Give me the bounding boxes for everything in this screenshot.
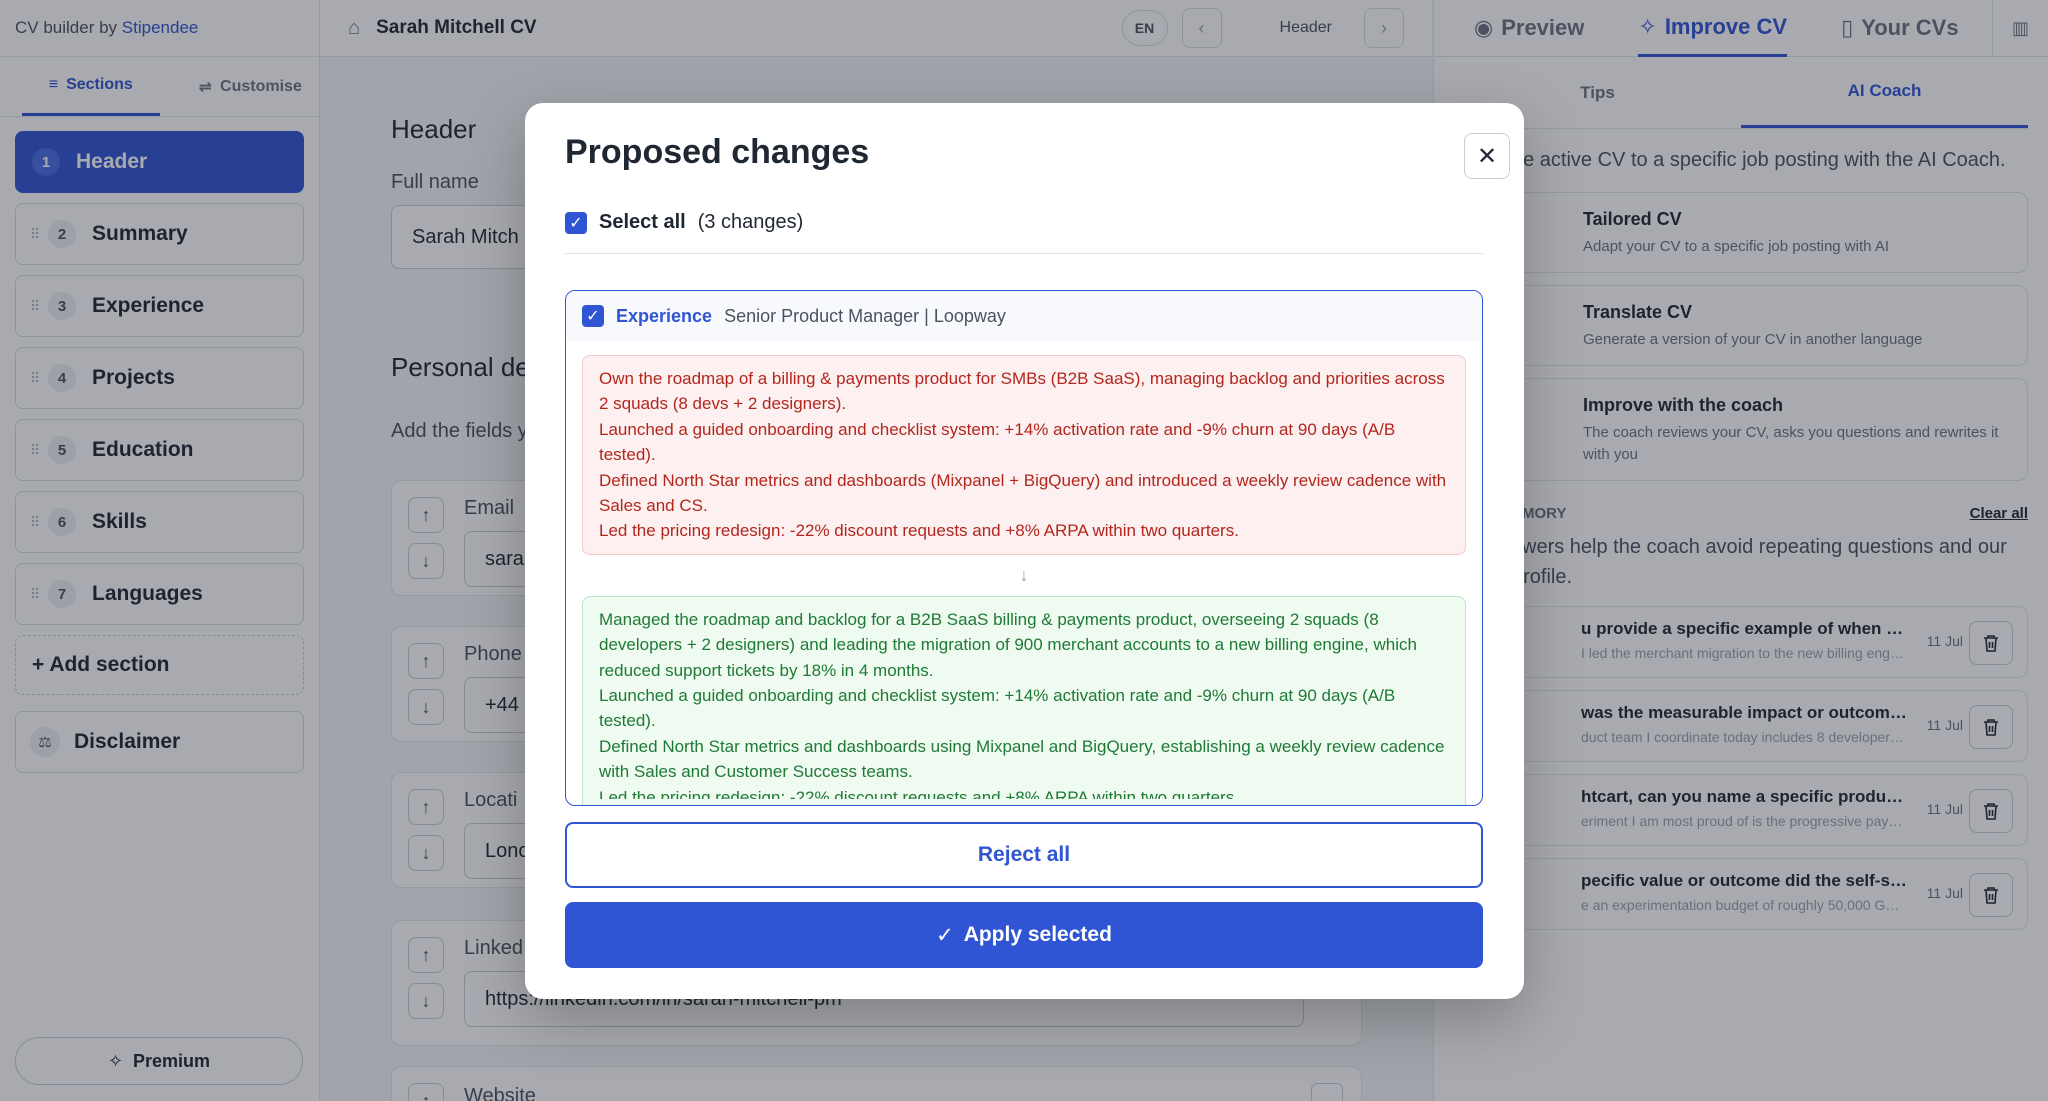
change-checkbox[interactable]: ✓: [582, 305, 604, 327]
check-icon: ✓: [936, 923, 954, 947]
change-item: ✓ Experience Senior Product Manager | Lo…: [565, 290, 1483, 806]
old-line: Launched a guided onboarding and checkli…: [599, 419, 1396, 465]
arrow-down-icon: ↓: [1019, 564, 1029, 585]
close-icon: ✕: [1476, 142, 1498, 170]
old-line: Led the pricing redesign: -22% discount …: [599, 521, 1239, 541]
new-line: Defined North Star metrics and dashboard…: [599, 736, 1445, 782]
select-all-label[interactable]: Select all: [599, 211, 686, 234]
change-role: Senior Product Manager | Loopway: [724, 305, 1006, 326]
apply-selected-label: Apply selected: [963, 923, 1112, 946]
new-line: Managed the roadmap and backlog for a B2…: [599, 609, 1417, 680]
divider: [565, 253, 1483, 254]
select-all-row: ✓ Select all (3 changes): [565, 211, 803, 234]
apply-selected-button[interactable]: ✓ Apply selected: [565, 902, 1483, 968]
new-line: Led the pricing redesign: -22% discount …: [599, 787, 1239, 799]
reject-all-button[interactable]: Reject all: [565, 822, 1483, 888]
new-line: Launched a guided onboarding and checkli…: [599, 686, 1396, 731]
proposed-changes-modal: Proposed changes ✕ ✓ Select all (3 chang…: [525, 103, 1524, 999]
select-all-checkbox[interactable]: ✓: [565, 211, 587, 234]
old-text-box: Own the roadmap of a billing & payments …: [582, 355, 1466, 555]
changes-count: (3 changes): [697, 211, 804, 233]
change-header: ✓ Experience Senior Product Manager | Lo…: [566, 291, 1482, 341]
modal-title: Proposed changes: [565, 133, 870, 171]
close-button[interactable]: ✕: [1464, 133, 1510, 179]
old-line: Defined North Star metrics and dashboard…: [599, 470, 1447, 516]
new-text-box: Managed the roadmap and backlog for a B2…: [582, 595, 1466, 805]
old-line: Own the roadmap of a billing & payments …: [599, 369, 1445, 414]
change-section: Experience: [616, 305, 713, 326]
